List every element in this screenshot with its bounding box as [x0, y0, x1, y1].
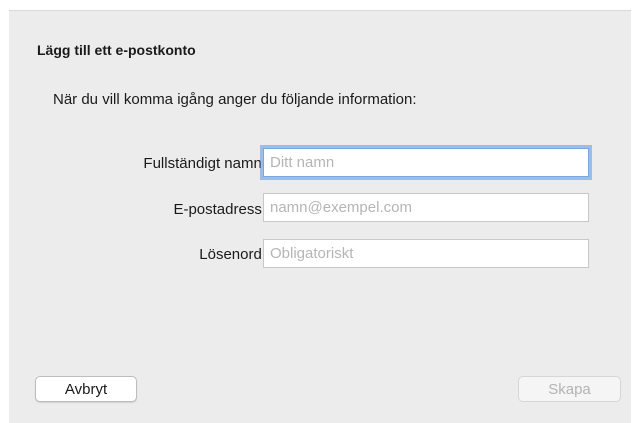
create-button[interactable]: Skapa	[518, 376, 621, 402]
email-row: E-postadress:	[9, 193, 631, 225]
full-name-input[interactable]	[263, 148, 589, 177]
full-name-row: Fullständigt namn:	[9, 147, 631, 179]
email-label: E-postadress:	[173, 201, 266, 218]
email-input[interactable]	[263, 193, 589, 222]
password-row: Lösenord:	[9, 238, 631, 270]
password-label: Lösenord:	[199, 246, 266, 263]
dialog-title: Lägg till ett e-postkonto	[37, 42, 196, 58]
cancel-button[interactable]: Avbryt	[35, 376, 137, 402]
dialog-intro-text: När du vill komma igång anger du följand…	[53, 91, 417, 108]
add-email-account-dialog: Lägg till ett e-postkonto När du vill ko…	[9, 10, 631, 423]
full-name-label: Fullständigt namn:	[143, 155, 266, 172]
password-input[interactable]	[263, 239, 589, 268]
